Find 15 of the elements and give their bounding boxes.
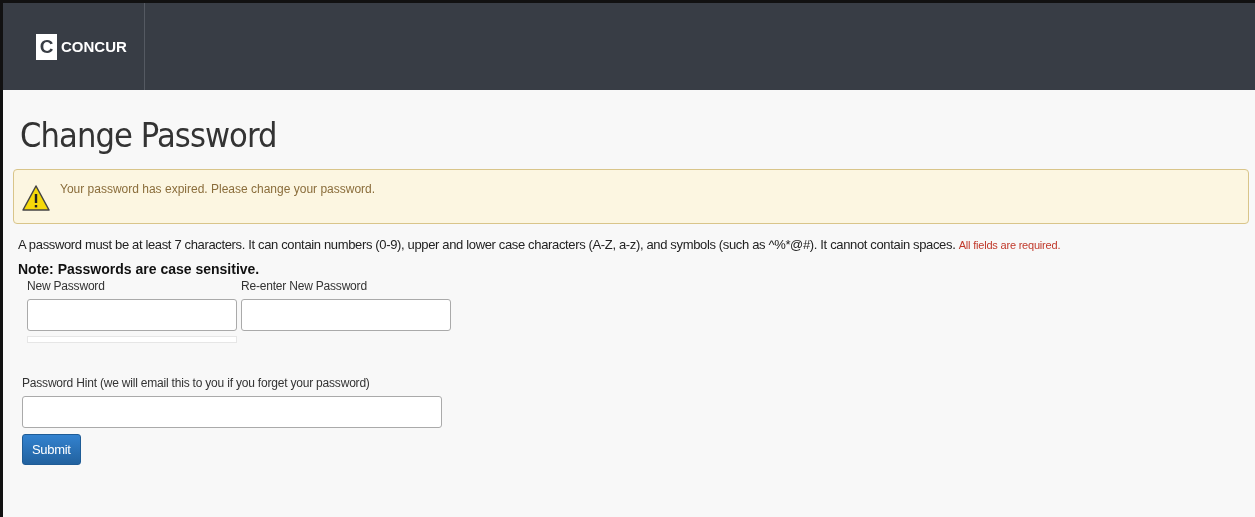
password-field[interactable] bbox=[27, 299, 237, 331]
case-note: Note: Passwords are case sensitive. bbox=[18, 261, 261, 277]
password-field[interactable] bbox=[241, 299, 451, 331]
logo-text: CONCUR bbox=[61, 38, 127, 55]
warning-icon bbox=[22, 184, 50, 212]
page-title: Change Password bbox=[20, 116, 277, 155]
password-rules: A password must be at least 7 characters. It can contain numbers (0-9), upper and lower case characters (A-Z, a-z), and symbols (such as ^%*@#). It cannot contain spaces. bbox=[18, 237, 956, 252]
logo-mark: C bbox=[36, 33, 57, 60]
field-label: Re-enter New Password bbox=[241, 279, 368, 293]
field-label: Password Hint (we will email this to you if you forget your password) bbox=[22, 376, 371, 390]
submit-button[interactable]: Submit bbox=[22, 434, 81, 465]
hint-field[interactable] bbox=[22, 396, 442, 428]
field-label: New Password bbox=[27, 279, 106, 293]
alert-message: Your password has expired. Please change your password. bbox=[60, 182, 376, 196]
required-note: All fields are required. bbox=[958, 239, 1061, 251]
